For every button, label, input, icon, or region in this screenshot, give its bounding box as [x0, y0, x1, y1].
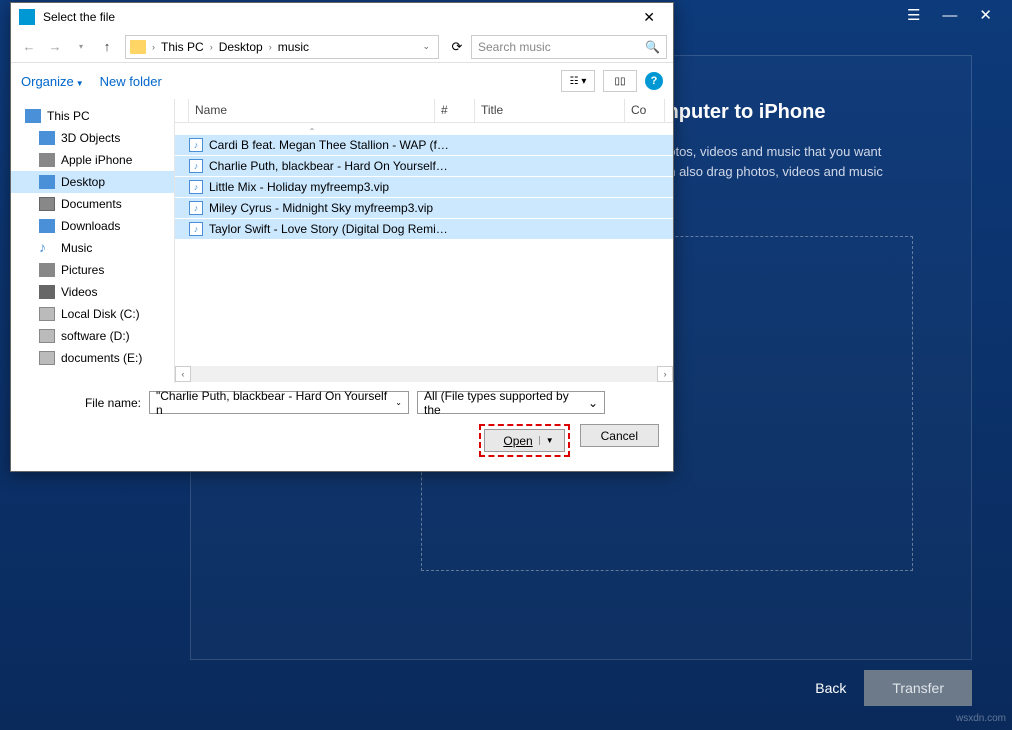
- open-button[interactable]: Open ▼: [484, 429, 564, 452]
- audio-file-icon: ♪: [189, 222, 203, 236]
- filetype-select[interactable]: All (File types supported by the ⌄: [417, 391, 605, 414]
- dialog-nav: ← → ▾ ↑ › This PC › Desktop › music ⌄ ⟳ …: [11, 31, 673, 63]
- disk-icon: [39, 351, 55, 365]
- app-footer: Back Transfer: [815, 670, 972, 706]
- file-list: ♪Cardi B feat. Megan Thee Stallion - WAP…: [175, 135, 673, 365]
- file-row[interactable]: ♪Cardi B feat. Megan Thee Stallion - WAP…: [175, 135, 673, 156]
- crumb-music[interactable]: music: [276, 40, 311, 54]
- dialog-toolbar: Organize▼ New folder ☷ ▾ ▯▯ ?: [11, 63, 673, 99]
- breadcrumb[interactable]: › This PC › Desktop › music ⌄: [125, 35, 439, 59]
- chevron-down-icon[interactable]: ⌄: [395, 398, 402, 407]
- view-options-button[interactable]: ☷ ▾: [561, 70, 595, 92]
- column-headers[interactable]: Name # Title Co: [175, 99, 673, 123]
- tree-documents-e[interactable]: documents (E:): [11, 347, 174, 369]
- file-row[interactable]: ♪Miley Cyrus - Midnight Sky myfreemp3.vi…: [175, 198, 673, 219]
- file-row[interactable]: ♪Taylor Swift - Love Story (Digital Dog …: [175, 219, 673, 240]
- file-open-dialog: Select the file ✕ ← → ▾ ↑ › This PC › De…: [10, 2, 674, 472]
- preview-pane-button[interactable]: ▯▯: [603, 70, 637, 92]
- nav-up-icon[interactable]: ↑: [95, 35, 119, 59]
- tree-downloads[interactable]: Downloads: [11, 215, 174, 237]
- audio-file-icon: ♪: [189, 159, 203, 173]
- chevron-down-icon: ▼: [76, 79, 84, 88]
- dialog-titlebar: Select the file ✕: [11, 3, 673, 31]
- documents-icon: [39, 197, 55, 211]
- col-title[interactable]: Title: [475, 99, 625, 122]
- filename-input[interactable]: "Charlie Puth, blackbear - Hard On Yours…: [149, 391, 409, 414]
- back-button[interactable]: Back: [815, 680, 846, 696]
- tree-videos[interactable]: Videos: [11, 281, 174, 303]
- desktop-icon: [39, 175, 55, 189]
- organize-menu[interactable]: Organize▼: [21, 74, 84, 89]
- tree-apple-iphone[interactable]: Apple iPhone: [11, 149, 174, 171]
- chevron-down-icon: ⌄: [588, 396, 598, 410]
- scroll-right-icon[interactable]: ›: [657, 366, 673, 382]
- chevron-right-icon: ›: [210, 42, 213, 52]
- nav-back-icon[interactable]: ←: [17, 35, 41, 59]
- app-icon: [19, 9, 35, 25]
- refresh-icon[interactable]: ⟳: [445, 35, 469, 59]
- search-icon[interactable]: 🔍: [645, 40, 660, 54]
- scroll-track[interactable]: [191, 366, 657, 382]
- pictures-icon: [39, 263, 55, 277]
- search-placeholder: Search music: [478, 40, 551, 54]
- dialog-close-icon[interactable]: ✕: [633, 5, 665, 30]
- menu-icon[interactable]: ☰: [907, 6, 920, 24]
- open-button-highlight: Open ▼: [479, 424, 569, 457]
- scroll-left-icon[interactable]: ‹: [175, 366, 191, 382]
- disk-icon: [39, 307, 55, 321]
- disk-icon: [39, 329, 55, 343]
- videos-icon: [39, 285, 55, 299]
- filename-label: File name:: [25, 396, 141, 410]
- tree-documents[interactable]: Documents: [11, 193, 174, 215]
- file-row[interactable]: ♪Little Mix - Holiday myfreemp3.vip: [175, 177, 673, 198]
- tree-3d-objects[interactable]: 3D Objects: [11, 127, 174, 149]
- chevron-down-icon[interactable]: ⌄: [418, 41, 434, 52]
- 3d-icon: [39, 131, 55, 145]
- dialog-bottom: File name: "Charlie Puth, blackbear - Ha…: [11, 383, 673, 471]
- watermark: wsxdn.com: [956, 713, 1006, 724]
- col-co[interactable]: Co: [625, 99, 665, 122]
- chevron-right-icon: ›: [269, 42, 272, 52]
- nav-forward-icon: →: [43, 35, 67, 59]
- help-icon[interactable]: ?: [645, 72, 663, 90]
- tree-this-pc[interactable]: This PC: [11, 105, 174, 127]
- tree-music[interactable]: ♪Music: [11, 237, 174, 259]
- open-split-icon[interactable]: ▼: [539, 436, 554, 445]
- file-pane: Name # Title Co ⌃ ♪Cardi B feat. Megan T…: [175, 99, 673, 383]
- crumb-desktop[interactable]: Desktop: [217, 40, 265, 54]
- new-folder-button[interactable]: New folder: [100, 74, 162, 89]
- audio-file-icon: ♪: [189, 201, 203, 215]
- downloads-icon: [39, 219, 55, 233]
- chevron-right-icon: ›: [152, 42, 155, 52]
- cancel-button[interactable]: Cancel: [580, 424, 659, 447]
- minimize-icon[interactable]: —: [942, 7, 957, 24]
- pc-icon: [25, 109, 41, 123]
- tree-pictures[interactable]: Pictures: [11, 259, 174, 281]
- tree-desktop[interactable]: Desktop: [11, 171, 174, 193]
- file-row[interactable]: ♪Charlie Puth, blackbear - Hard On Yours…: [175, 156, 673, 177]
- horizontal-scrollbar[interactable]: ‹ ›: [175, 365, 673, 383]
- folder-icon: [130, 40, 146, 54]
- tree-local-disk-c[interactable]: Local Disk (C:): [11, 303, 174, 325]
- iphone-icon: [39, 153, 55, 167]
- close-icon[interactable]: ✕: [979, 6, 992, 24]
- col-num[interactable]: #: [435, 99, 475, 122]
- col-name[interactable]: Name: [189, 99, 435, 122]
- sort-indicator-row: ⌃: [175, 123, 673, 135]
- music-icon: ♪: [39, 241, 55, 255]
- nav-tree: This PC 3D Objects Apple iPhone Desktop …: [11, 99, 175, 383]
- nav-recent-icon[interactable]: ▾: [69, 35, 93, 59]
- search-input[interactable]: Search music 🔍: [471, 35, 667, 59]
- dialog-title: Select the file: [43, 10, 633, 24]
- tree-software-d[interactable]: software (D:): [11, 325, 174, 347]
- audio-file-icon: ♪: [189, 138, 203, 152]
- crumb-pc[interactable]: This PC: [159, 40, 206, 54]
- transfer-button[interactable]: Transfer: [864, 670, 972, 706]
- sort-asc-icon: ⌃: [189, 123, 435, 135]
- audio-file-icon: ♪: [189, 180, 203, 194]
